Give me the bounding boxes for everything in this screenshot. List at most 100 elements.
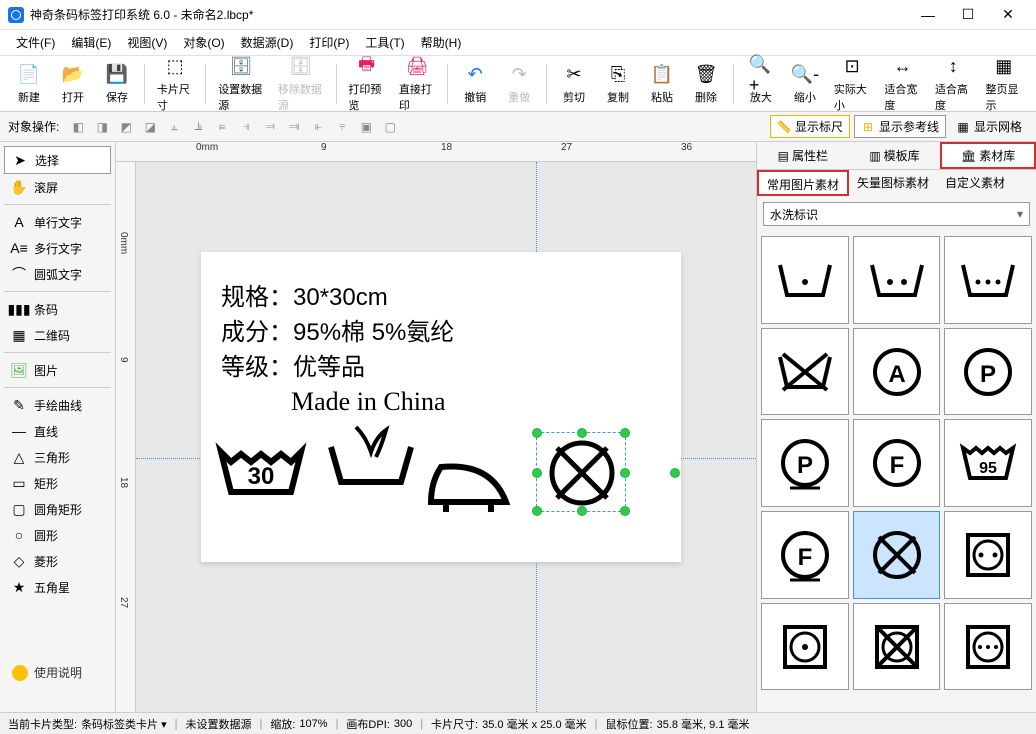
handle-se[interactable] xyxy=(620,506,630,516)
show-grid-toggle[interactable]: ▦显示网格 xyxy=(950,116,1028,137)
maximize-button[interactable]: ☐ xyxy=(948,1,988,29)
material-category-select[interactable]: 水洗标识 xyxy=(763,202,1030,226)
line-tool[interactable]: —直线 xyxy=(4,418,111,444)
menu-print[interactable]: 打印(P) xyxy=(301,30,357,55)
rect-tool[interactable]: ▭矩形 xyxy=(4,470,111,496)
card-line2[interactable]: 成分：95%棉 5%氨纶 xyxy=(221,312,454,347)
qrcode-tool[interactable]: ▦二维码 xyxy=(4,322,111,348)
menu-object[interactable]: 对象(O) xyxy=(175,30,232,55)
singletext-tool[interactable]: A单行文字 xyxy=(4,209,111,235)
align-right-icon[interactable]: ⫢ xyxy=(211,116,233,138)
selected-object[interactable] xyxy=(536,432,626,512)
zoomin-button[interactable]: 🔍+放大 xyxy=(740,61,782,107)
menu-file[interactable]: 文件(F) xyxy=(8,30,63,55)
subtab-vector[interactable]: 矢量图标素材 xyxy=(849,170,937,196)
material-item[interactable] xyxy=(761,603,849,691)
zoomout-button[interactable]: 🔍-缩小 xyxy=(784,61,826,107)
wholepage-button[interactable]: ▦整页显示 xyxy=(979,53,1028,115)
canvas-content[interactable]: 规格：30*30cm 成分：95%棉 5%氨纶 等级：优等品 Made in C… xyxy=(136,162,756,712)
select-tool[interactable]: ➤选择 xyxy=(4,146,111,174)
tab-templates[interactable]: ▥模板库 xyxy=(849,142,941,169)
handle-rotate[interactable] xyxy=(670,468,680,478)
layer-middle-icon[interactable]: ◨ xyxy=(91,116,113,138)
align-left-icon[interactable]: ⫠ xyxy=(163,116,185,138)
image-tool[interactable]: 🖼图片 xyxy=(4,357,111,383)
menu-view[interactable]: 视图(V) xyxy=(119,30,175,55)
distribute-v-icon[interactable]: ⫧ xyxy=(331,116,353,138)
tab-properties[interactable]: ▤属性栏 xyxy=(757,142,849,169)
show-ruler-toggle[interactable]: 📏显示标尺 xyxy=(770,115,850,138)
pan-tool[interactable]: ✋滚屏 xyxy=(4,174,111,200)
material-item[interactable] xyxy=(853,236,941,324)
label-card[interactable]: 规格：30*30cm 成分：95%棉 5%氨纶 等级：优等品 Made in C… xyxy=(201,252,681,562)
menu-help[interactable]: 帮助(H) xyxy=(413,30,470,55)
open-button[interactable]: 📂打开 xyxy=(52,61,94,107)
cardsize-button[interactable]: ⬚卡片尺寸 xyxy=(151,53,200,115)
handle-s[interactable] xyxy=(577,506,587,516)
actualsize-button[interactable]: ⊡实际大小 xyxy=(828,53,877,115)
align-top-icon[interactable]: ⫣ xyxy=(235,116,257,138)
align-middle-icon[interactable]: ⫤ xyxy=(259,116,281,138)
layer-back-icon[interactable]: ◩ xyxy=(115,116,137,138)
layer-front-icon[interactable]: ◧ xyxy=(67,116,89,138)
subtab-common[interactable]: 常用图片素材 xyxy=(757,170,849,196)
undo-button[interactable]: ↶撤销 xyxy=(454,61,496,107)
wash-30-icon[interactable]: 30 xyxy=(211,432,311,512)
group-icon[interactable]: ▣ xyxy=(355,116,377,138)
distribute-h-icon[interactable]: ⫦ xyxy=(307,116,329,138)
material-item[interactable] xyxy=(853,603,941,691)
help-button[interactable]: 使用说明 xyxy=(6,658,88,687)
material-item-selected[interactable] xyxy=(853,511,941,599)
setdata-button[interactable]: 🗄设置数据源 xyxy=(212,53,270,115)
show-guides-toggle[interactable]: ⊞显示参考线 xyxy=(854,115,946,138)
material-item[interactable] xyxy=(761,236,849,324)
align-center-icon[interactable]: ⫡ xyxy=(187,116,209,138)
preview-button[interactable]: 🖶打印预览 xyxy=(342,53,391,115)
material-item[interactable]: P xyxy=(944,328,1032,416)
ungroup-icon[interactable]: ▢ xyxy=(379,116,401,138)
handle-n[interactable] xyxy=(577,428,587,438)
align-bottom-icon[interactable]: ⫥ xyxy=(283,116,305,138)
fitheight-button[interactable]: ↕适合高度 xyxy=(929,53,978,115)
new-button[interactable]: 📄新建 xyxy=(8,61,50,107)
star-tool[interactable]: ★五角星 xyxy=(4,574,111,600)
card-line1[interactable]: 规格：30*30cm xyxy=(221,277,388,312)
handwash-icon[interactable] xyxy=(321,422,421,502)
arctext-tool[interactable]: ⌒圆弧文字 xyxy=(4,261,111,287)
material-item[interactable]: F xyxy=(761,511,849,599)
save-button[interactable]: 💾保存 xyxy=(96,61,138,107)
freehand-tool[interactable]: ✎手绘曲线 xyxy=(4,392,111,418)
tab-materials[interactable]: 🏛素材库 xyxy=(940,142,1036,169)
material-item[interactable]: 95 xyxy=(944,419,1032,507)
subtab-custom[interactable]: 自定义素材 xyxy=(937,170,1013,196)
minimize-button[interactable]: — xyxy=(908,1,948,29)
redo-button[interactable]: ↷重做 xyxy=(498,61,540,107)
material-item[interactable]: P xyxy=(761,419,849,507)
material-item[interactable]: F xyxy=(853,419,941,507)
material-item[interactable] xyxy=(944,603,1032,691)
handle-nw[interactable] xyxy=(532,428,542,438)
delete-button[interactable]: 🗑删除 xyxy=(685,61,727,107)
fitwidth-button[interactable]: ↔适合宽度 xyxy=(878,53,927,115)
material-item[interactable] xyxy=(761,328,849,416)
status-cardtype[interactable]: 条码标签类卡片 ▾ xyxy=(81,716,167,732)
ellipse-tool[interactable]: ○圆形 xyxy=(4,522,111,548)
card-line3[interactable]: 等级：优等品 xyxy=(221,347,365,382)
canvas-area[interactable]: 0mm 9 18 27 36 0mm 9 18 27 规格：30*30cm 成分… xyxy=(116,142,756,712)
cut-button[interactable]: ✂剪切 xyxy=(553,61,595,107)
material-item[interactable]: A xyxy=(853,328,941,416)
triangle-tool[interactable]: △三角形 xyxy=(4,444,111,470)
roundrect-tool[interactable]: ▢圆角矩形 xyxy=(4,496,111,522)
material-item[interactable] xyxy=(944,236,1032,324)
directprint-button[interactable]: 🖨直接打印 xyxy=(393,53,442,115)
handle-w[interactable] xyxy=(532,468,542,478)
handle-sw[interactable] xyxy=(532,506,542,516)
layer-toback-icon[interactable]: ◪ xyxy=(139,116,161,138)
removedata-button[interactable]: 🗄移除数据源 xyxy=(272,53,330,115)
card-line4[interactable]: Made in China xyxy=(291,387,446,417)
iron-icon[interactable] xyxy=(421,452,521,522)
menu-edit[interactable]: 编辑(E) xyxy=(63,30,119,55)
rhombus-tool[interactable]: ◇菱形 xyxy=(4,548,111,574)
material-item[interactable] xyxy=(944,511,1032,599)
handle-ne[interactable] xyxy=(620,428,630,438)
